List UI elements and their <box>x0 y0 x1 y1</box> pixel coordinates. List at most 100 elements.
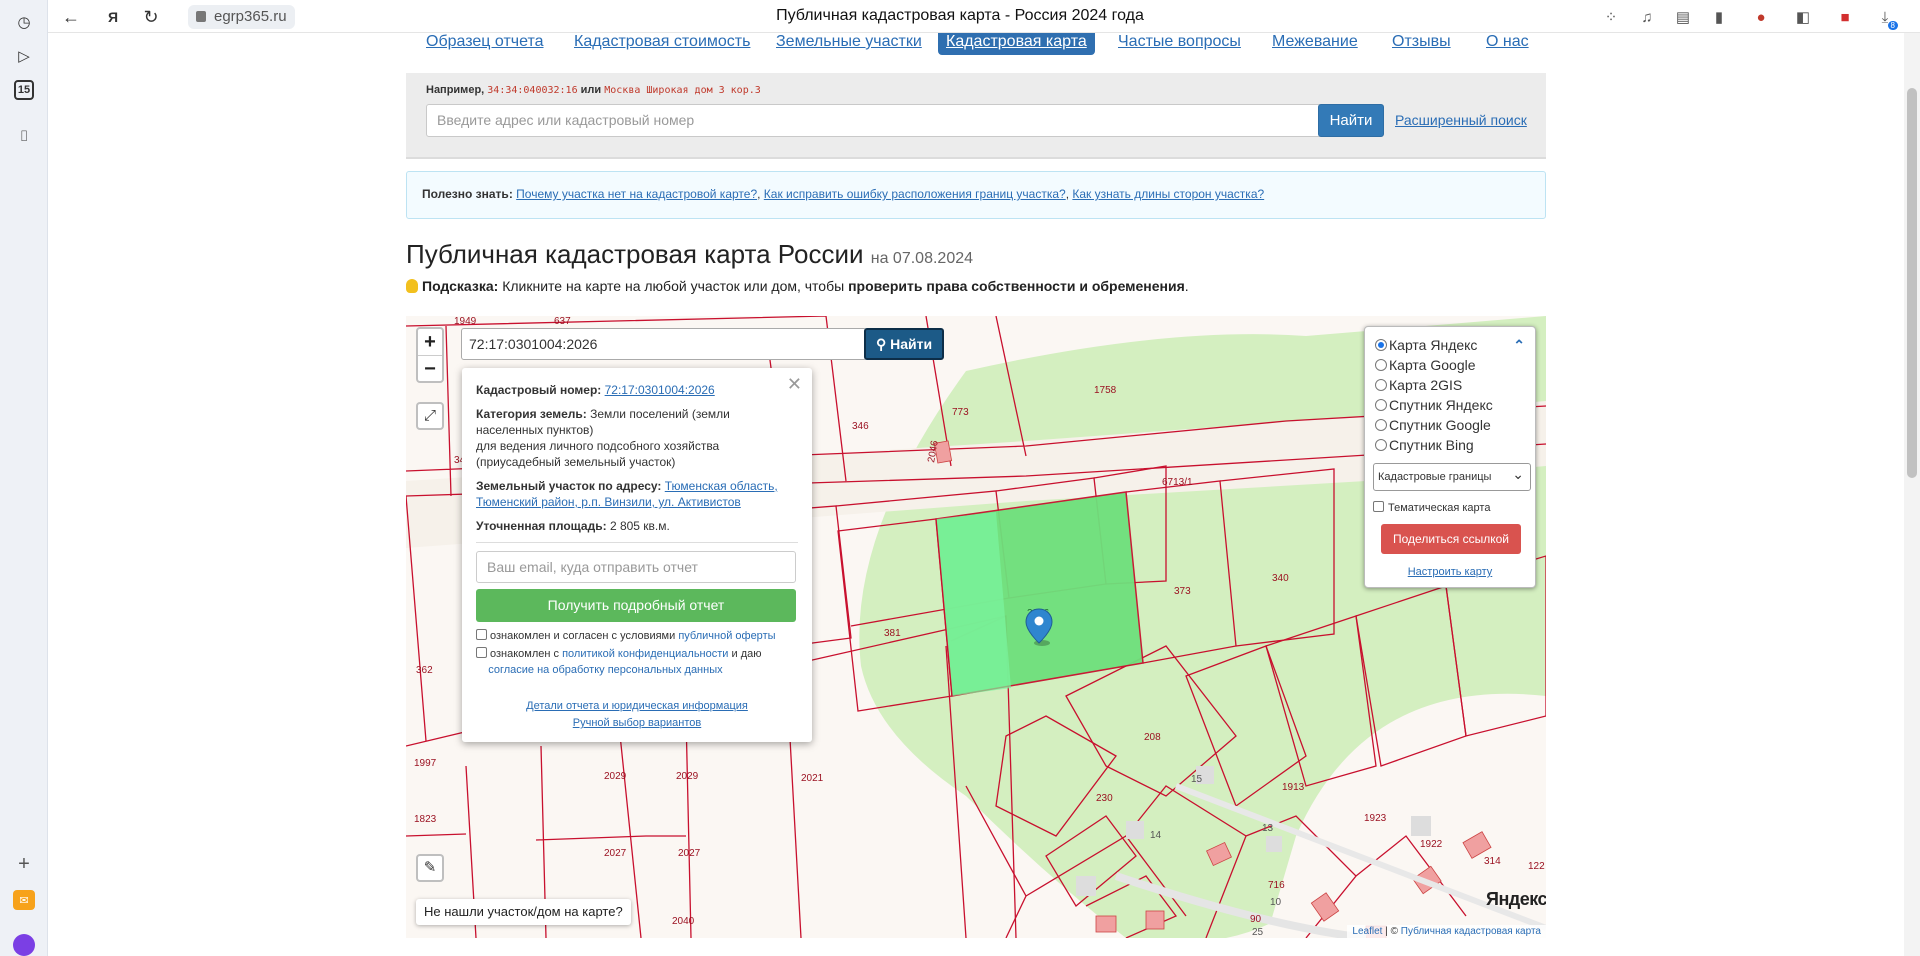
nav-faq[interactable]: Частые вопросы <box>1118 33 1241 51</box>
address-search-input[interactable]: Введите адрес или кадастровый номер <box>426 104 1332 137</box>
site-nav: Образец отчета Кадастровая стоимость Зем… <box>406 33 1546 55</box>
page-scrollbar[interactable] <box>1904 33 1920 956</box>
parcel-label: 1913 <box>1282 782 1305 793</box>
chevron-up-icon[interactable]: ⌃ <box>1513 337 1525 354</box>
advanced-search-link[interactable]: Расширенный поиск <box>1395 112 1527 128</box>
configure-map-link[interactable]: Настроить карту <box>1373 566 1527 578</box>
history-icon[interactable]: ◷ <box>12 10 36 34</box>
nav-cadastral-map[interactable]: Кадастровая карта <box>938 33 1095 55</box>
layer-option-yandex-map[interactable]: Карта Яндекс <box>1373 335 1527 355</box>
address-label: Земельный участок по адресу: <box>476 479 662 493</box>
play-icon[interactable]: ▷ <box>12 44 36 68</box>
close-icon[interactable]: ✕ <box>787 374 802 395</box>
parcel-label: 2027 <box>678 848 701 859</box>
radio-icon <box>1375 439 1387 451</box>
agree-privacy-text: ознакомлен с <box>490 648 560 660</box>
mail-icon[interactable]: ✉ <box>13 890 35 910</box>
pkk-link[interactable]: Публичная кадастровая карта <box>1401 926 1541 937</box>
extension-c-icon[interactable]: ■ <box>1834 6 1856 28</box>
parcel-label: 373 <box>1174 586 1191 597</box>
parcel-label: 1758 <box>1094 385 1117 396</box>
agree-privacy-checkbox[interactable] <box>476 647 487 658</box>
leaflet-link[interactable]: Leaflet <box>1352 926 1382 937</box>
report-details-link[interactable]: Детали отчета и юридическая информация <box>526 700 748 712</box>
extension-a-icon[interactable]: ● <box>1750 6 1772 28</box>
category-value-3: для ведения личного подсобного хозяйства <box>476 439 720 453</box>
nav-land-plots[interactable]: Земельные участки <box>776 33 922 51</box>
lightbulb-icon <box>406 279 418 293</box>
parcel-label: 208 <box>1144 732 1161 743</box>
tip-link-side-lengths[interactable]: Как узнать длины сторон участка? <box>1072 187 1264 201</box>
share-link-button[interactable]: Поделиться ссылкой <box>1381 524 1521 554</box>
extensions-icon[interactable]: ⁘ <box>1600 6 1622 28</box>
nav-sample-report[interactable]: Образец отчета <box>426 33 544 51</box>
overlay-select[interactable]: Кадастровые границы <box>1373 461 1531 491</box>
layer-option-yandex-satellite[interactable]: Спутник Яндекс <box>1373 395 1527 415</box>
map-marker-icon[interactable] <box>1024 607 1054 647</box>
search-panel: Например, 34:34:040032:16 или Москва Шир… <box>406 73 1546 159</box>
thematic-checkbox[interactable] <box>1373 501 1384 512</box>
parcel-label: 2029 <box>676 771 699 782</box>
layer-option-label: Карта Google <box>1389 357 1476 373</box>
nav-about[interactable]: О нас <box>1486 33 1529 51</box>
zoom-in-button[interactable]: + <box>418 329 442 355</box>
radio-icon <box>1375 359 1387 371</box>
layer-option-label: Карта Яндекс <box>1389 337 1478 353</box>
extension-b-icon[interactable]: ◧ <box>1792 6 1814 28</box>
manual-select-link[interactable]: Ручной выбор вариантов <box>573 717 701 729</box>
headphones-icon[interactable]: ♫ <box>1636 6 1658 28</box>
category-label: Категория земель: <box>476 407 587 421</box>
parcel-label: 340 <box>1272 573 1289 584</box>
map-search-button[interactable]: ⚲ Найти <box>864 328 944 360</box>
map-search-input[interactable]: 72:17:0301004:2026 <box>461 328 867 360</box>
layer-option-bing-satellite[interactable]: Спутник Bing <box>1373 435 1527 455</box>
thematic-map-toggle[interactable]: Тематическая карта <box>1373 501 1527 514</box>
email-input[interactable]: Ваш email, куда отправить отчет <box>476 551 796 583</box>
parcel-label: 346 <box>852 421 869 432</box>
ruler-icon[interactable]: ✎ <box>416 854 444 882</box>
reader-icon[interactable]: ▤ <box>1672 6 1694 28</box>
address-link-2[interactable]: Тюменский район, р.п. Винзили, ул. Актив… <box>476 495 741 509</box>
zoom-out-button[interactable]: − <box>418 355 442 381</box>
popup-divider <box>476 542 798 543</box>
cad-number-link[interactable]: 72:17:0301004:2026 <box>605 383 715 397</box>
alice-icon[interactable] <box>13 934 35 956</box>
consent-link[interactable]: согласие на обработку персональных данны… <box>488 664 722 676</box>
nav-cadastral-value[interactable]: Кадастровая стоимость <box>574 33 750 51</box>
tip-link-missing-parcel[interactable]: Почему участка нет на кадастровой карте? <box>516 187 757 201</box>
agree-offer-checkbox[interactable] <box>476 629 487 640</box>
offer-link[interactable]: публичной оферты <box>678 630 775 642</box>
address-link-1[interactable]: Тюменская область, <box>665 479 778 493</box>
get-report-button[interactable]: Получить подробный отчет <box>476 589 796 622</box>
download-icon[interactable]: ⤓ 8 <box>1874 6 1898 30</box>
cadastral-map[interactable]: 1949 637 1758 773 346 2046 6713/1 373 34… <box>406 316 1546 938</box>
radio-icon <box>1375 379 1387 391</box>
tips-label: Полезно знать: <box>422 187 513 201</box>
tip-link-fix-boundaries[interactable]: Как исправить ошибку расположения границ… <box>764 187 1066 201</box>
scrollbar-thumb[interactable] <box>1907 88 1917 478</box>
parcel-label: 230 <box>1096 793 1113 804</box>
nav-reviews[interactable]: Отзывы <box>1392 33 1451 51</box>
parcel-label: 6713/1 <box>1162 477 1193 488</box>
zoom-control: + − <box>416 327 444 383</box>
category-value-1: Земли поселений (земли <box>590 407 730 421</box>
parcel-label: 10 <box>1270 897 1282 908</box>
layer-option-google-satellite[interactable]: Спутник Google <box>1373 415 1527 435</box>
layer-option-google-map[interactable]: Карта Google <box>1373 355 1527 375</box>
privacy-link[interactable]: политикой конфиденциальности <box>562 648 728 660</box>
not-found-button[interactable]: Не нашли участок/дом на карте? <box>416 899 631 925</box>
popup-area-row: Уточненная площадь: 2 805 кв.м. <box>476 518 798 534</box>
search-button[interactable]: Найти <box>1318 104 1384 137</box>
radio-icon <box>1375 339 1387 351</box>
nav-surveying[interactable]: Межевание <box>1272 33 1358 51</box>
bookmark-icon[interactable]: ▮ <box>1708 6 1730 28</box>
parcel-label: 2029 <box>604 771 627 782</box>
fullscreen-icon[interactable]: ⤢ <box>416 402 444 430</box>
layer-option-2gis-map[interactable]: Карта 2GIS <box>1373 375 1527 395</box>
calendar-icon[interactable]: 15 <box>14 80 34 100</box>
parcel-label: 2021 <box>801 773 824 784</box>
add-panel-icon[interactable]: + <box>12 852 36 876</box>
category-value-2: населенных пунктов) <box>476 423 594 437</box>
camera-icon[interactable]: ⌷ <box>12 124 36 148</box>
agree-privacy: ознакомлен с политикой конфиденциальност… <box>476 646 798 678</box>
